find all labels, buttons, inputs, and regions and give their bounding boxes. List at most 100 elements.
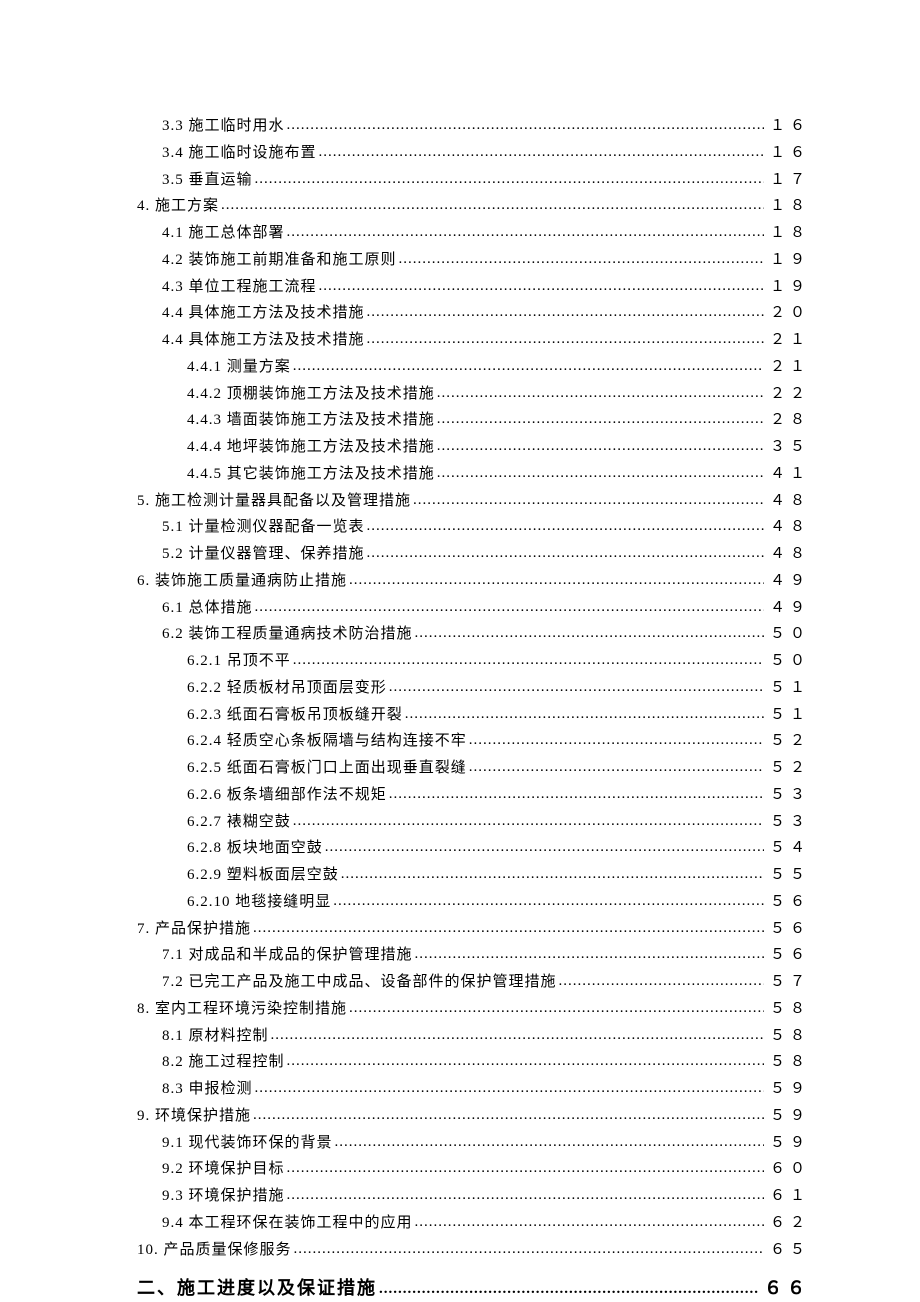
toc-entry-title: 4.4.5 其它装饰施工方法及技术措施	[187, 464, 435, 486]
toc-leader-dots	[293, 650, 764, 665]
toc-entry-page: ４９	[766, 571, 810, 593]
toc-leader-dots	[415, 944, 764, 959]
toc-entry-page: ５９	[766, 1106, 810, 1128]
toc-entry-title: 9. 环境保护措施	[137, 1106, 251, 1128]
toc-entry-page: ４８	[766, 544, 810, 566]
toc-row: 8. 室内工程环境污染控制措施５８	[137, 998, 810, 1021]
toc-leader-dots	[253, 918, 764, 933]
toc-entry-page: ５８	[766, 1052, 810, 1074]
toc-entry-title: 9.4 本工程环保在装饰工程中的应用	[162, 1213, 413, 1235]
toc-row: 5.2 计量仪器管理、保养措施４８	[137, 543, 810, 566]
toc-entry-page: ６２	[766, 1213, 810, 1235]
toc-entry-page: ５９	[766, 1079, 810, 1101]
toc-row: 6.2.2 轻质板材吊顶面层变形 ５１	[137, 677, 810, 700]
toc-entry-title: 4.4.3 墙面装饰施工方法及技术措施	[187, 410, 435, 432]
toc-entry-title: 6. 装饰施工质量通病防止措施	[137, 571, 347, 593]
toc-leader-dots	[367, 329, 764, 344]
toc-entry-title: 4.3 单位工程施工流程	[162, 277, 317, 299]
toc-entry-page: ５１	[766, 705, 810, 727]
toc-leader-dots	[405, 704, 764, 719]
toc-row: 9. 环境保护措施 ５９	[137, 1105, 810, 1128]
toc-entry-page: ２８	[766, 410, 810, 432]
toc-entry-title: 6.2.2 轻质板材吊顶面层变形	[187, 678, 387, 700]
toc-entry-page: ３５	[766, 437, 810, 459]
toc-row: 3.4 施工临时设施布置１６	[137, 142, 810, 165]
toc-row: 6.2.7 裱糊空鼓５３	[137, 811, 810, 834]
toc-entry-title: 4.1 施工总体部署	[162, 223, 285, 245]
toc-entry-page: ２０	[766, 303, 810, 325]
toc-leader-dots	[469, 757, 764, 772]
toc-entry-page: １６	[766, 143, 810, 165]
toc-leader-dots	[437, 436, 764, 451]
toc-leader-dots	[221, 195, 764, 210]
toc-entry-page: １８	[766, 196, 810, 218]
toc-entry-page: ２２	[766, 384, 810, 406]
toc-row: 6.2.6 板条墙细部作法不规矩５３	[137, 784, 810, 807]
toc-entry-page: ５２	[766, 731, 810, 753]
toc-entry-title: 9.2 环境保护目标	[162, 1159, 285, 1181]
toc-entry-title: 4.4 具体施工方法及技术措施	[162, 330, 365, 352]
toc-leader-dots	[379, 1279, 758, 1294]
toc-entry-page: ４１	[766, 464, 810, 486]
toc-entry-page: ２１	[766, 330, 810, 352]
toc-entry-title: 9.1 现代装饰环保的背景	[162, 1133, 333, 1155]
toc-entry-page: ５５	[766, 865, 810, 887]
toc-entry-title: 4. 施工方案	[137, 196, 219, 218]
toc-entry-page: ５３	[766, 785, 810, 807]
toc-entry-page: ５７	[766, 972, 810, 994]
toc-leader-dots	[389, 677, 764, 692]
toc-row: 6.2.8 板块地面空鼓５４	[137, 837, 810, 860]
toc-row: 7.1 对成品和半成品的保护管理措施 ５６	[137, 944, 810, 967]
toc-entry-title: 6.2.4 轻质空心条板隔墙与结构连接不牢	[187, 731, 467, 753]
toc-leader-dots	[325, 837, 764, 852]
toc-leader-dots	[367, 543, 764, 558]
toc-row: 6.2 装饰工程质量通病技术防治措施５０	[137, 623, 810, 646]
toc-entry-page: ６６	[760, 1275, 810, 1301]
toc-entry-page: ５０	[766, 624, 810, 646]
toc-entry-title: 4.4.1 测量方案	[187, 357, 291, 379]
toc-entry-page: １８	[766, 223, 810, 245]
toc-row: 3.5 垂直运输１７	[137, 169, 810, 192]
toc-entry-page: １９	[766, 250, 810, 272]
toc-entry-page: ２１	[766, 357, 810, 379]
toc-leader-dots	[415, 1212, 764, 1227]
toc-entry-page: ６１	[766, 1186, 810, 1208]
toc-row: 7. 产品保护措施 ５６	[137, 918, 810, 941]
toc-entry-page: １９	[766, 277, 810, 299]
toc-leader-dots	[437, 463, 764, 478]
toc-leader-dots	[287, 1185, 764, 1200]
toc-entry-title: 6.2.10 地毯接缝明显	[187, 892, 331, 914]
toc-entry-title: 二、施工进度以及保证措施	[137, 1275, 377, 1301]
toc-leader-dots	[341, 864, 764, 879]
toc-row: 8.1 原材料控制５８	[137, 1025, 810, 1048]
toc-row: 4.4 具体施工方法及技术措施 ２１	[137, 329, 810, 352]
toc-entry-title: 7.1 对成品和半成品的保护管理措施	[162, 945, 413, 967]
toc-row: 4.4 具体施工方法及技术措施２０	[137, 302, 810, 325]
toc-leader-dots	[255, 597, 764, 612]
toc-entry-title: 4.4.4 地坪装饰施工方法及技术措施	[187, 437, 435, 459]
toc-leader-dots	[333, 891, 764, 906]
toc-entry-page: ４８	[766, 517, 810, 539]
toc-entry-page: ５６	[766, 919, 810, 941]
toc-row: 4. 施工方案 １８	[137, 195, 810, 218]
toc-entry-page: ５１	[766, 678, 810, 700]
toc-leader-dots	[293, 811, 764, 826]
toc-entry-page: ５６	[766, 892, 810, 914]
toc-entry-page: ５０	[766, 651, 810, 673]
toc-leader-dots	[367, 516, 764, 531]
toc-entry-title: 8.3 申报检测	[162, 1079, 253, 1101]
toc-leader-dots	[253, 1105, 764, 1120]
toc-entry-title: 9.3 环境保护措施	[162, 1186, 285, 1208]
toc-entry-title: 7. 产品保护措施	[137, 919, 251, 941]
toc-leader-dots	[437, 383, 764, 398]
toc-row: 4.4.1 测量方案 ２１	[137, 356, 810, 379]
toc-entry-title: 3.5 垂直运输	[162, 170, 253, 192]
toc-leader-dots	[415, 623, 764, 638]
toc-row: 6.2.10 地毯接缝明显 ５６	[137, 891, 810, 914]
toc-row: 10. 产品质量保修服务６５	[137, 1239, 810, 1262]
toc-row: 8.2 施工过程控制５８	[137, 1051, 810, 1074]
toc-leader-dots	[349, 570, 764, 585]
toc-entry-page: ５６	[766, 945, 810, 967]
toc-entry-title: 10. 产品质量保修服务	[137, 1240, 292, 1262]
toc-entry-title: 6.2.9 塑料板面层空鼓	[187, 865, 339, 887]
